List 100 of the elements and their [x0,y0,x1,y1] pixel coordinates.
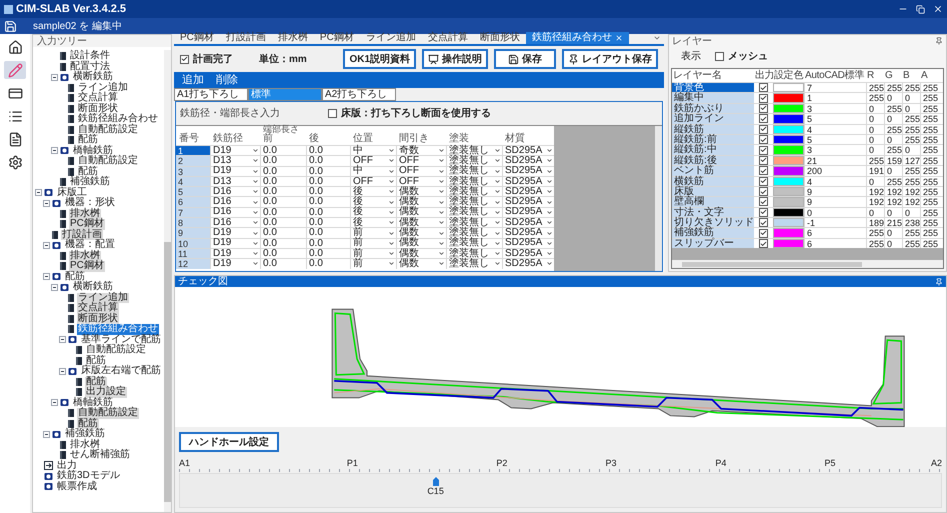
layer-name[interactable]: 縦鉄筋:前 [672,134,754,144]
row-number[interactable]: 10 [176,238,210,248]
action-link[interactable]: 追加 [182,72,204,88]
dropdown-cell[interactable]: 塗装無し [446,218,502,228]
dropdown-cell[interactable]: 塗装無し [446,248,502,258]
document-tab[interactable]: ライン追加 [360,32,422,44]
toolbar-button[interactable]: 保存 [494,49,556,69]
dropdown-cell[interactable]: 塗装無し [446,197,502,207]
tree-item[interactable]: 排水桝 [69,250,101,261]
layer-name[interactable]: 編集中 [672,93,754,103]
dropdown-cell[interactable]: 偶数 [396,248,446,258]
tree-item[interactable]: 打設計画 [61,230,103,240]
layer-name[interactable]: 鉄筋かぶり [672,104,754,114]
tree-item[interactable]: 鉄筋径組み合わせ [77,324,159,334]
tree-item[interactable]: 床版工 [56,188,88,198]
layer-name[interactable]: 寸法・文字 [672,208,754,218]
tree-item[interactable]: 配筋 [77,166,99,177]
layer-name[interactable]: 切り欠きソリッド [672,218,754,228]
toolbar-button[interactable]: レイアウト保存 [562,49,658,69]
tree-item[interactable]: 断面形状 [77,104,119,114]
tree-item[interactable]: 基準ラインで配筋 [80,334,162,345]
layer-name[interactable]: 縦鉄筋:後 [672,156,754,166]
document-tab[interactable]: 断面形状 [474,32,526,44]
dropdown-cell[interactable]: 塗装無し [446,228,502,238]
dropdown-cell[interactable]: 偶数 [396,197,446,207]
toolbar-button[interactable]: 操作説明 [422,49,488,69]
tree-item[interactable]: 横断鉄筋 [72,282,114,292]
tree-item[interactable]: 自動配筋設定 [77,408,139,418]
tree-item[interactable]: 橋軸鉄筋 [72,146,114,156]
layer-name[interactable]: 縦鉄筋 [672,124,754,134]
row-number[interactable]: 9 [176,228,210,238]
dropdown-cell[interactable]: OFF [396,176,446,186]
dropdown-cell[interactable]: 偶数 [396,218,446,228]
dropdown-cell[interactable]: D16 [210,218,260,228]
dropdown-cell[interactable]: D19 [210,228,260,238]
table-cell[interactable]: 0.0 [260,208,306,218]
dropdown-cell[interactable]: D19 [210,248,260,258]
table-cell[interactable]: 0.0 [260,218,306,228]
dropdown-cell[interactable]: 前 [350,259,396,269]
tree-item[interactable]: 補強鉄筋 [64,429,106,440]
table-cell[interactable]: 0.0 [260,228,306,238]
dropdown-cell[interactable]: D19 [210,166,260,176]
tree-item[interactable]: 鉄筋径組み合わせ [77,114,159,124]
layer-name[interactable]: スリップバー [672,238,754,248]
tree-item[interactable]: 自動配筋設定 [77,156,139,166]
tree-item[interactable]: 配置寸法 [69,62,111,72]
layer-name[interactable]: 横鉄筋 [672,176,754,186]
dropdown-cell[interactable]: 塗装無し [446,238,502,248]
table-cell[interactable]: 0.0 [306,197,350,207]
tree-item[interactable]: 横断鉄筋 [72,72,114,82]
dropdown-cell[interactable]: 塗装無し [446,187,502,196]
document-tab[interactable]: 鉄筋径組み合わせ [526,32,629,44]
tree-item[interactable]: 配筋 [77,135,99,146]
tree-item[interactable]: 帳票作成 [56,482,98,492]
row-number[interactable]: 11 [176,248,210,258]
dropdown-cell[interactable]: 中 [350,166,396,176]
table-cell[interactable]: 0.0 [306,176,350,186]
dropdown-cell[interactable]: D19 [210,146,260,156]
tree-item[interactable]: 出力 [56,460,78,471]
tree-item[interactable]: ライン追加 [77,292,129,303]
table-cell[interactable]: 0.0 [260,176,306,186]
dropdown-cell[interactable]: 前 [350,238,396,248]
table-cell[interactable]: 0.0 [306,218,350,228]
layer-name[interactable]: 床版 [672,186,754,196]
layer-name[interactable]: 補強鉄筋 [672,228,754,238]
dropdown-cell[interactable]: 塗装無し [446,259,502,269]
dropdown-cell[interactable]: 偶数 [396,238,446,248]
tree-item[interactable]: ライン追加 [77,82,129,93]
table-cell[interactable]: 0.0 [306,166,350,176]
tree-item[interactable]: 設計条件 [69,51,111,62]
dropdown-cell[interactable]: 後 [350,187,396,196]
document-tab[interactable]: 排水桝 [272,32,314,44]
dropdown-cell[interactable]: 塗装無し [446,208,502,218]
tree-item[interactable]: 機器：配置 [64,240,116,250]
dropdown-cell[interactable]: 前 [350,228,396,238]
dropdown-cell[interactable]: D19 [210,259,260,269]
dropdown-cell[interactable]: 偶数 [396,228,446,238]
toolbar-button[interactable]: OK1説明資料 [343,49,416,69]
row-number[interactable]: 3 [176,166,210,176]
table-cell[interactable]: 0.0 [306,259,350,269]
table-cell[interactable]: 0.0 [306,248,350,258]
dropdown-cell[interactable]: 塗装無し [446,176,502,186]
layer-name[interactable]: ベント筋 [672,166,754,176]
tree-item[interactable]: 床版左右端で配筋 [80,366,162,376]
row-number[interactable]: 1 [176,146,210,156]
tree-item[interactable]: 排水桝 [69,208,101,219]
tree-item[interactable]: 排水桝 [69,440,101,450]
document-tab[interactable]: PC鋼材 [314,32,360,44]
tree-item[interactable]: 配筋 [77,418,99,429]
table-cell[interactable]: 0.0 [306,208,350,218]
dropdown-cell[interactable]: 偶数 [396,208,446,218]
table-cell[interactable]: 0.0 [260,248,306,258]
tree-item[interactable]: 配筋 [64,272,86,282]
dropdown-cell[interactable]: OFF [350,176,396,186]
dropdown-cell[interactable]: 後 [350,218,396,228]
document-tab[interactable]: PC鋼材 [174,32,220,44]
dropdown-cell[interactable]: D16 [210,197,260,207]
layer-name[interactable]: 背景色 [672,83,754,92]
table-cell[interactable]: 0.0 [306,187,350,196]
tree-item[interactable]: 交点計算 [77,303,119,314]
